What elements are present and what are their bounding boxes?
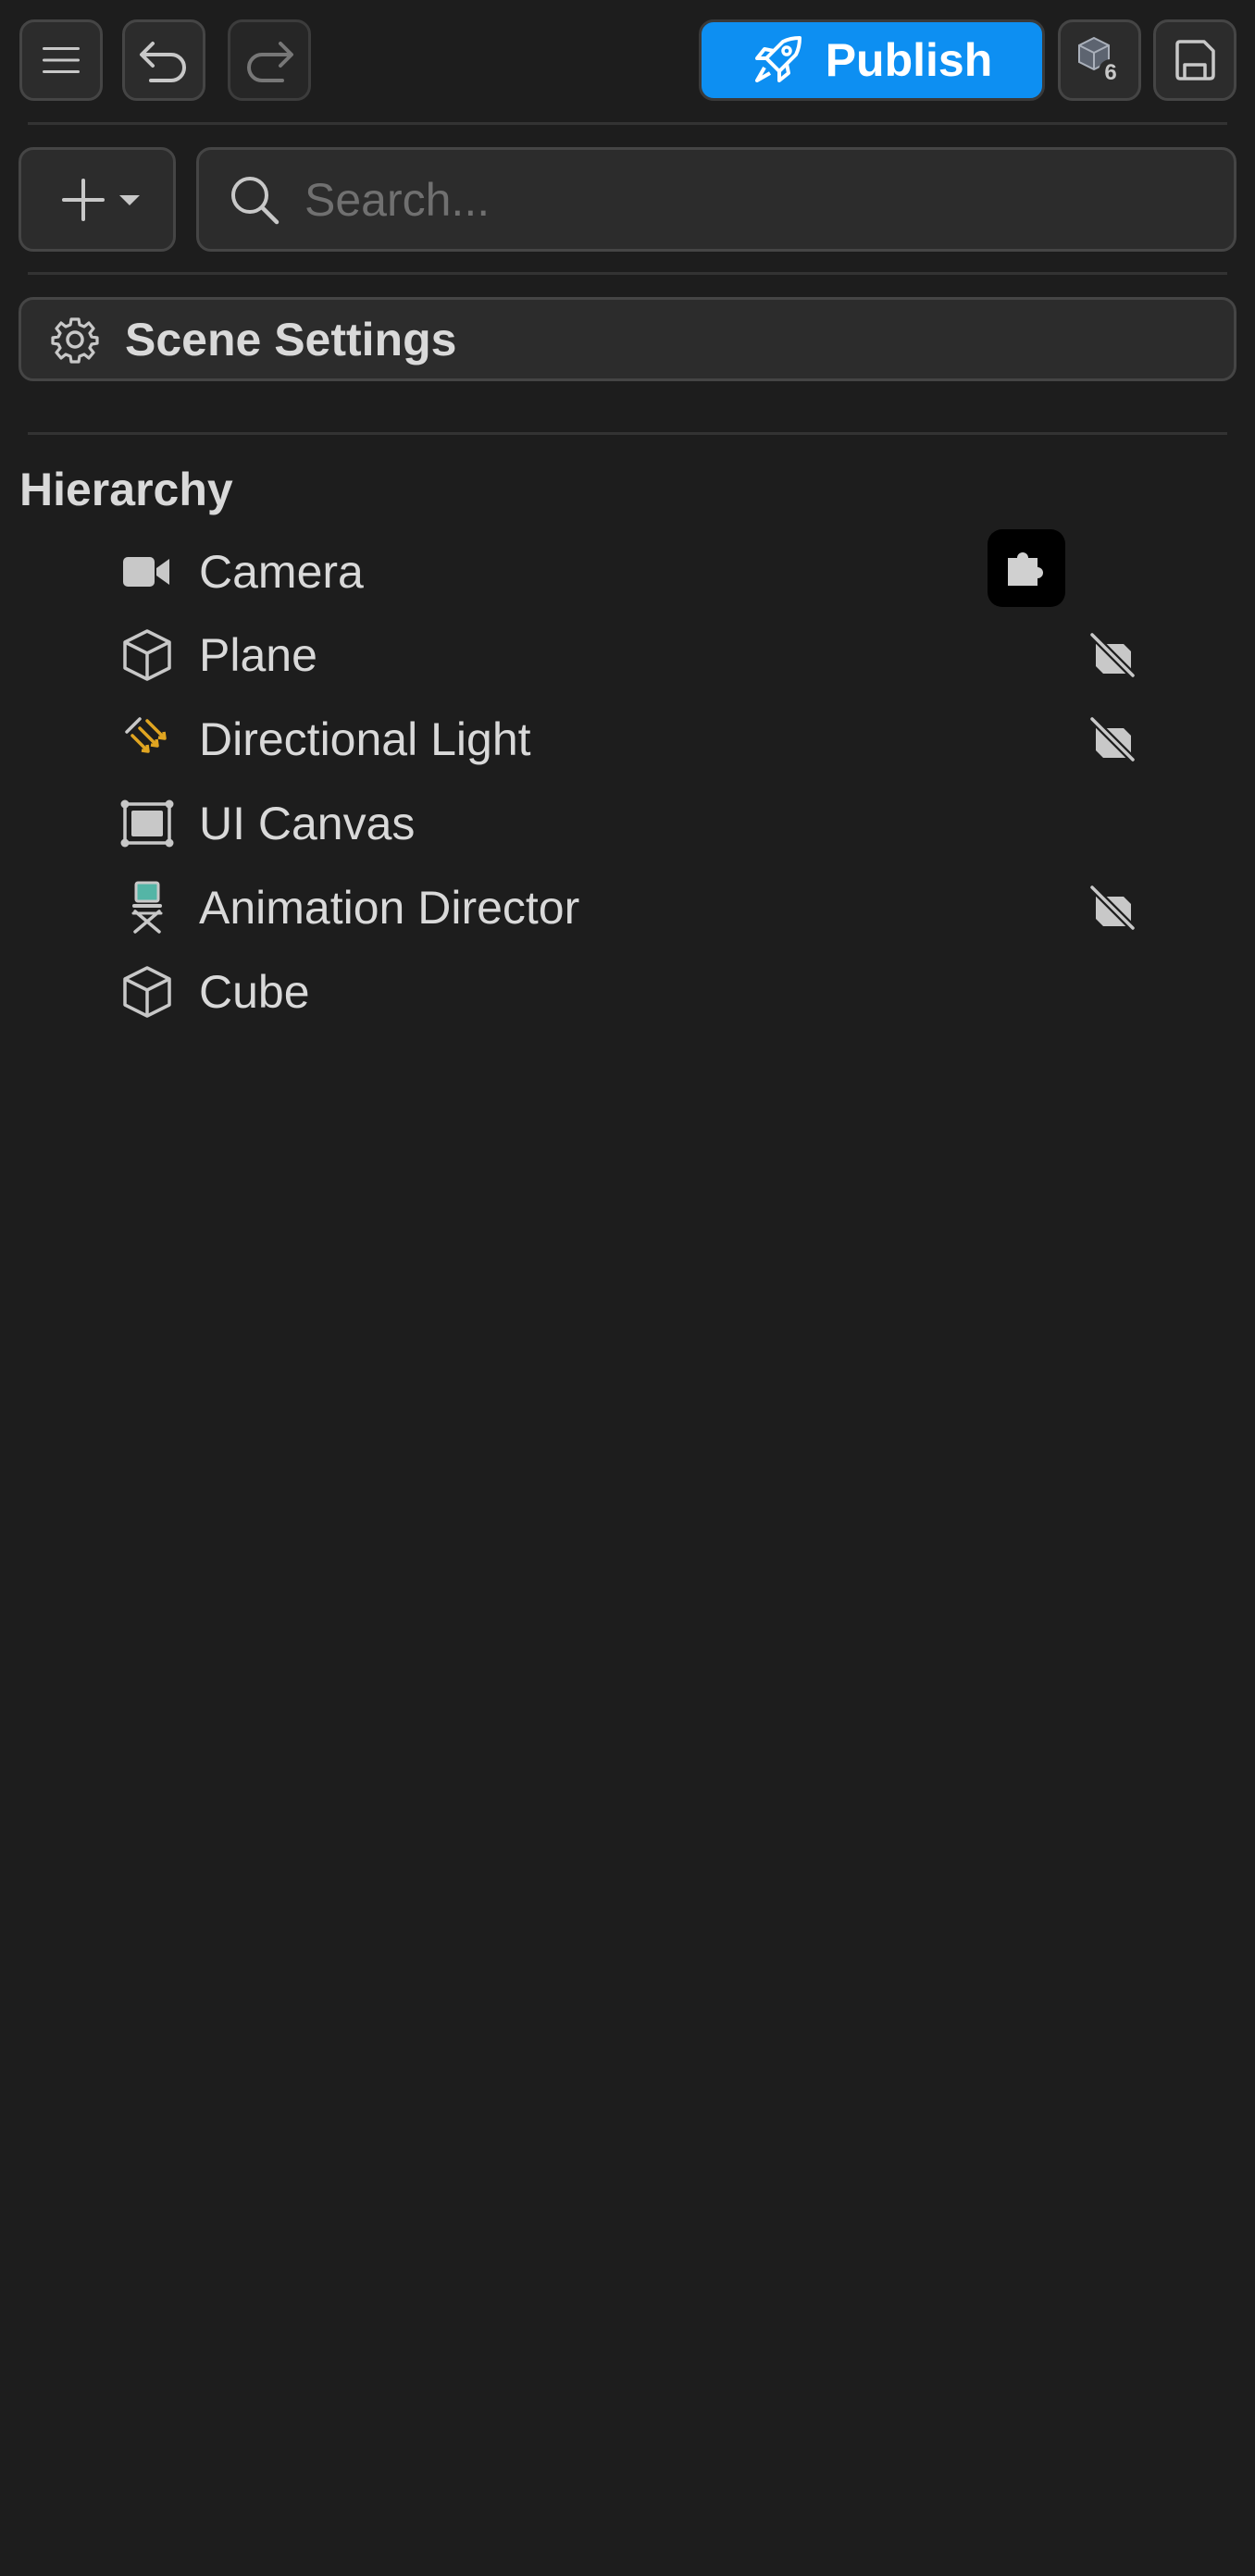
- visibility-off-icon[interactable]: [1083, 878, 1142, 937]
- plus-dropdown-icon: [62, 178, 140, 221]
- director-chair-icon: [118, 880, 176, 935]
- scene-settings-button[interactable]: Scene Settings: [19, 297, 1236, 381]
- search-icon: [231, 176, 280, 224]
- cube-icon: [118, 964, 176, 1020]
- cube-version-icon: 6: [1078, 36, 1123, 85]
- gear-icon: [51, 316, 99, 364]
- publish-label: Publish: [825, 34, 993, 86]
- camera-icon: [118, 544, 176, 600]
- puzzle-icon[interactable]: [988, 529, 1065, 607]
- hierarchy-item-animation-director[interactable]: Animation Director: [0, 865, 1255, 948]
- add-object-button[interactable]: [19, 147, 176, 252]
- hierarchy-item-label: Camera: [199, 546, 364, 598]
- scene-settings-label: Scene Settings: [125, 313, 457, 365]
- undo-arrow-icon: [140, 42, 186, 82]
- redo-arrow-icon: [247, 42, 293, 82]
- hierarchy-item-directional-light[interactable]: Directional Light: [0, 697, 1255, 780]
- hierarchy-item-label: Directional Light: [199, 713, 531, 765]
- hierarchy-item-ui-canvas[interactable]: UI Canvas: [0, 781, 1255, 864]
- search-divider: [28, 272, 1227, 275]
- hierarchy-item-label: UI Canvas: [199, 798, 416, 849]
- visibility-off-icon[interactable]: [1083, 710, 1142, 769]
- version-button[interactable]: 6: [1058, 19, 1141, 101]
- hierarchy-item-camera[interactable]: Camera: [0, 529, 1255, 613]
- undo-button[interactable]: [122, 19, 205, 101]
- toolbar-divider: [28, 122, 1227, 125]
- settings-divider: [28, 432, 1227, 435]
- hierarchy-item-label: Cube: [199, 966, 310, 1018]
- hierarchy-panel: Publish 6 Search... Scene Settings Hiera…: [0, 0, 1255, 2576]
- search-box[interactable]: [196, 147, 1236, 252]
- directional-light-icon: [118, 712, 176, 767]
- cube-icon: [118, 627, 176, 683]
- hierarchy-item-label: Animation Director: [199, 882, 580, 934]
- hierarchy-item-cube[interactable]: Cube: [0, 949, 1255, 1033]
- hamburger-menu-icon: [43, 47, 80, 73]
- search-input[interactable]: [304, 150, 1234, 249]
- save-button[interactable]: [1153, 19, 1236, 101]
- menu-button[interactable]: [19, 19, 103, 101]
- publish-button[interactable]: Publish: [699, 19, 1045, 101]
- floppy-save-icon: [1175, 40, 1215, 80]
- hierarchy-item-plane[interactable]: Plane: [0, 613, 1255, 696]
- hierarchy-item-label: Plane: [199, 629, 317, 681]
- hierarchy-title: Hierarchy: [19, 464, 233, 515]
- svg-text:6: 6: [1104, 60, 1116, 85]
- canvas-frame-icon: [118, 796, 176, 851]
- rocket-icon: [754, 36, 801, 82]
- visibility-off-icon[interactable]: [1083, 625, 1142, 685]
- redo-button[interactable]: [228, 19, 311, 101]
